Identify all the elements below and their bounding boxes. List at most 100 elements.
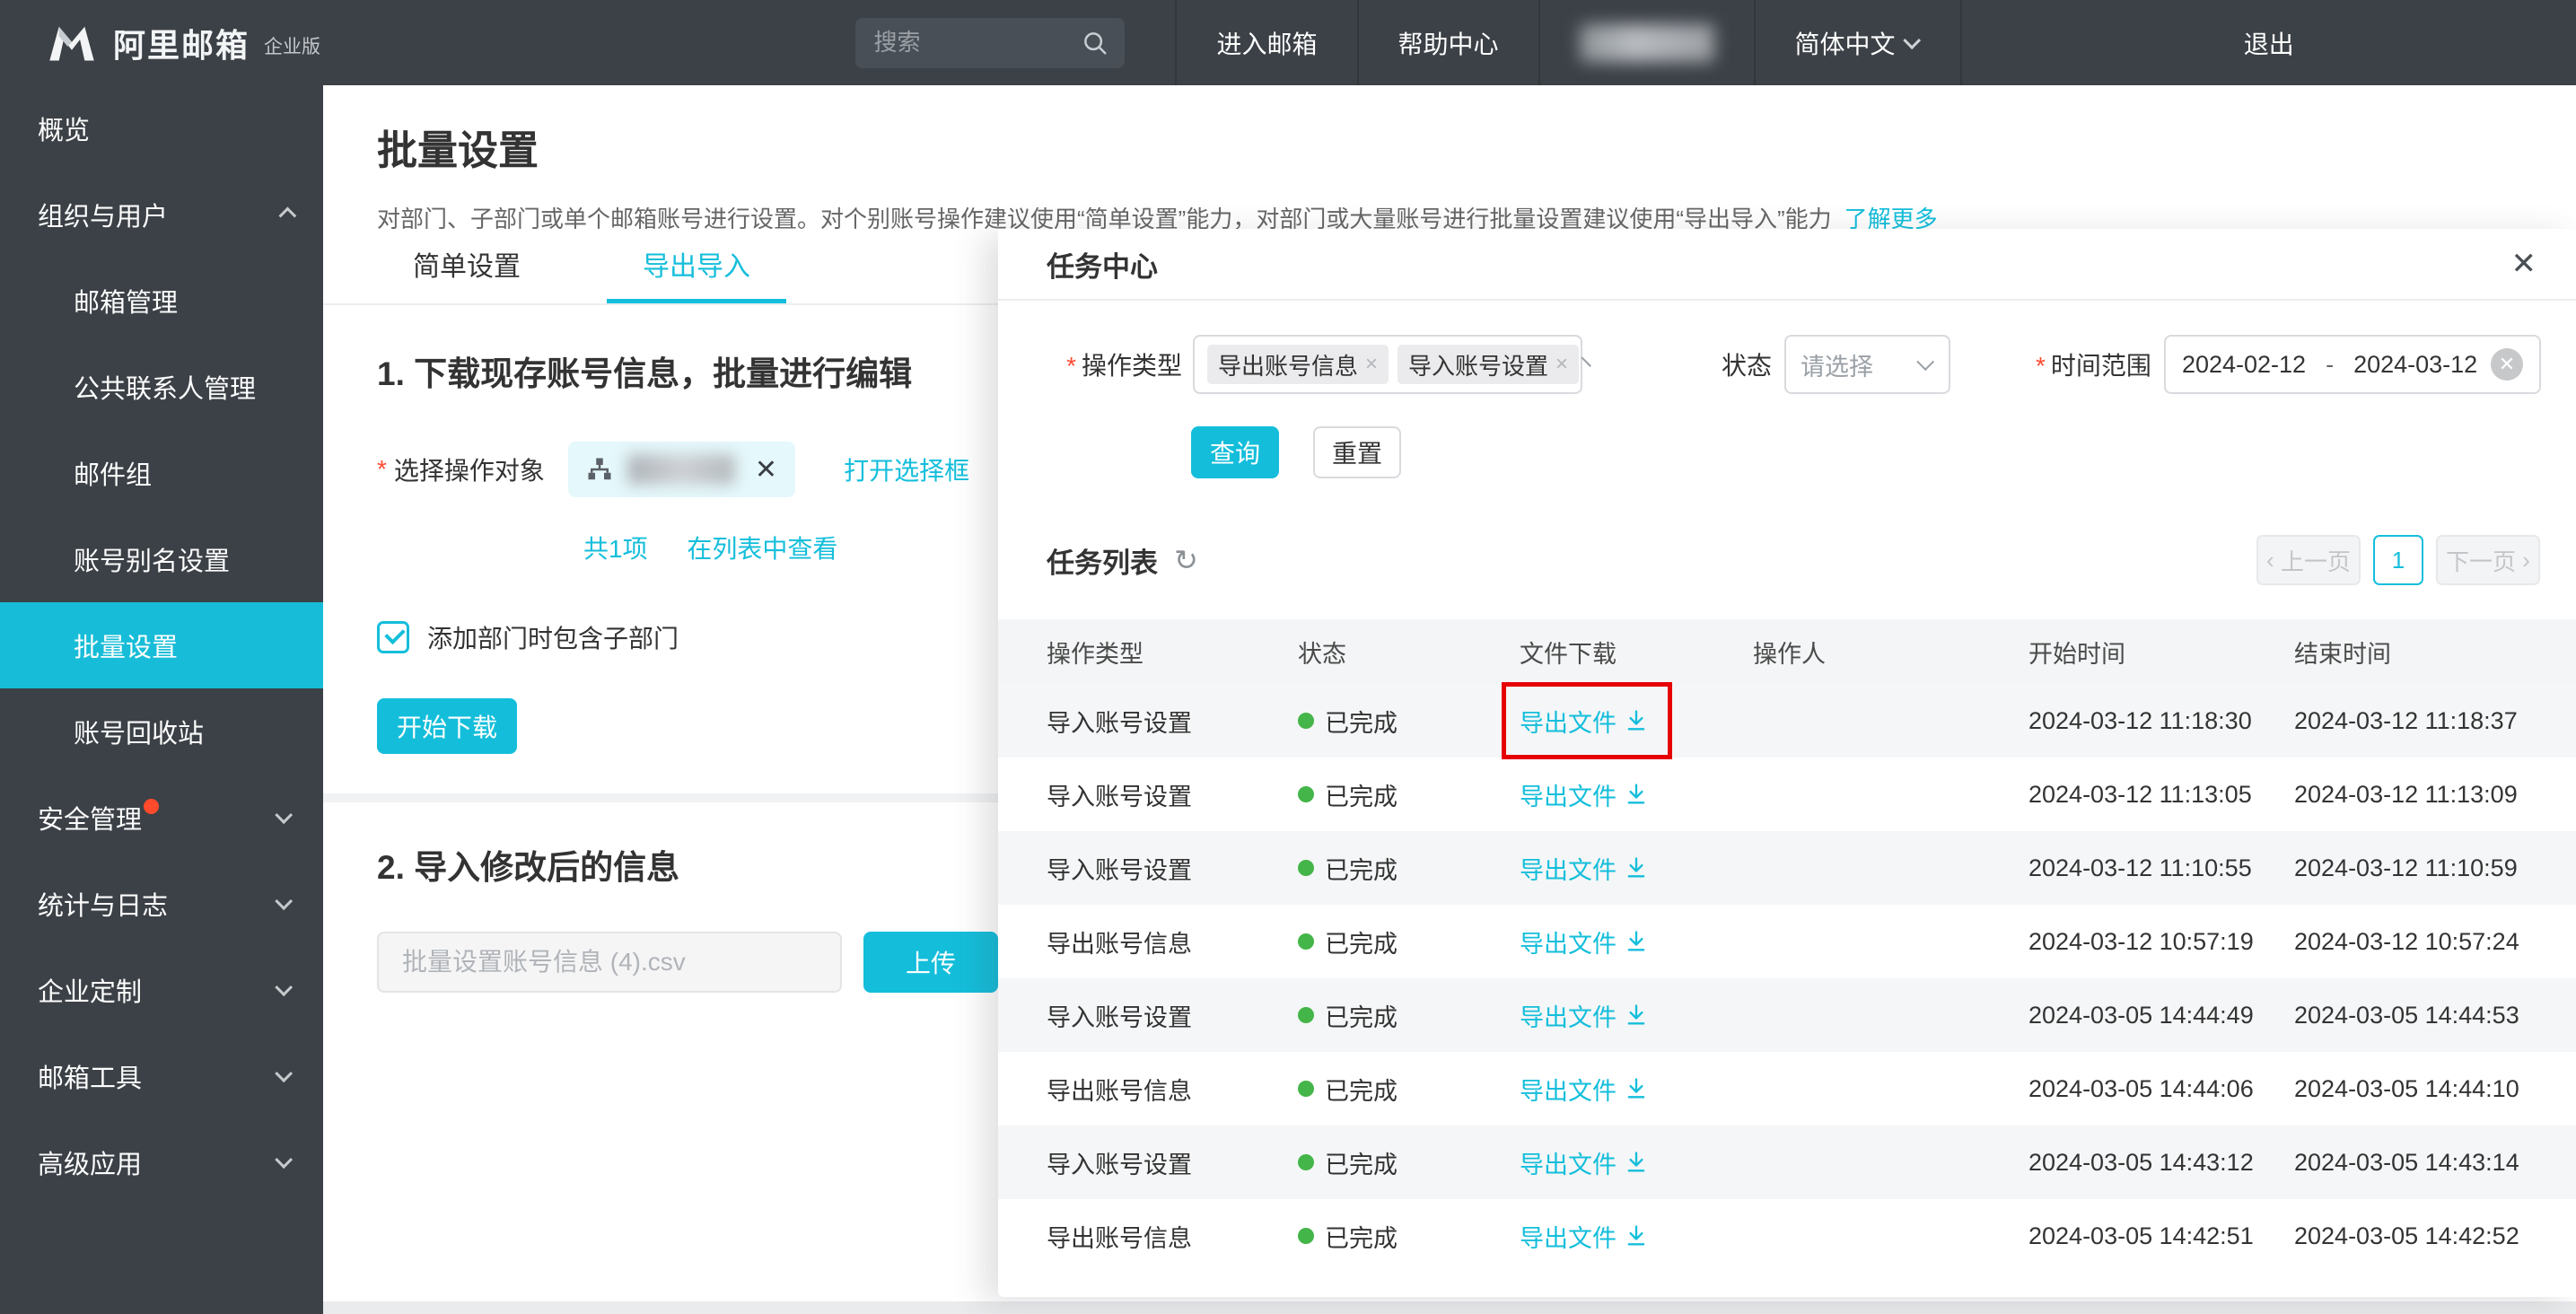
file-download-cell: 导出文件 (1520, 777, 1753, 812)
upload-button[interactable]: 上传 (863, 932, 998, 993)
sidebar-item[interactable]: 公共联系人管理 (0, 344, 323, 430)
table-row: 导入账号设置 已完成 导出文件 (998, 684, 2576, 758)
status-cell: 已完成 (1298, 777, 1520, 812)
query-button[interactable]: 查询 (1191, 426, 1279, 478)
sidebar-item[interactable]: 账号回收站 (0, 688, 323, 775)
tab[interactable]: 导出导入 (607, 229, 786, 303)
start-time-cell: 2024-03-12 11:13:05 (2028, 781, 2294, 809)
filter-tag[interactable]: 导出账号信息 × (1207, 345, 1389, 384)
current-page-button[interactable]: 1 (2373, 535, 2423, 585)
status-filter-label: 状态 (1722, 346, 1772, 382)
column-header: 开始时间 (2028, 635, 2294, 670)
status-text: 已完成 (1325, 1072, 1398, 1107)
search-icon[interactable] (1082, 30, 1108, 57)
export-file-link[interactable]: 导出文件 (1520, 851, 1649, 886)
bottom-strip (323, 1301, 2576, 1314)
tab-bar: 简单设置 导出导入 (323, 229, 998, 305)
sidebar-item[interactable]: 批量设置 (0, 602, 323, 688)
topbar-menu-item[interactable]: 帮助中心 (1357, 0, 1538, 85)
file-name-input[interactable] (377, 932, 842, 993)
view-in-list-link[interactable]: 在列表中查看 (687, 535, 837, 563)
required-asterisk: * (377, 455, 387, 484)
sidebar-item[interactable]: 邮箱工具 (0, 1033, 323, 1119)
chevron-down-icon (1582, 357, 1591, 367)
end-time-cell: 2024-03-05 14:42:52 (2294, 1222, 2576, 1250)
prev-page-button[interactable]: ‹ 上一页 (2256, 535, 2361, 585)
app-window: 阿里邮箱 企业版 进入邮箱 帮助中心 简体中文 退出 (0, 0, 2576, 1314)
topbar-menu: 进入邮箱 帮助中心 (1175, 0, 1538, 85)
topbar-search[interactable] (855, 18, 1125, 68)
table-row: 导入账号设置 已完成 导出文件 (998, 978, 2576, 1052)
topbar-account[interactable] (1538, 0, 1754, 85)
status-text: 已完成 (1325, 1219, 1398, 1254)
topbar-language[interactable]: 简体中文 (1754, 0, 1960, 85)
task-center-title: 任务中心 (1047, 244, 2511, 285)
status-select[interactable]: 请选择 (1784, 335, 1950, 394)
sidebar-item[interactable]: 概览 (0, 85, 323, 171)
sidebar-item[interactable]: 安全管理 (0, 775, 323, 861)
reset-button[interactable]: 重置 (1313, 426, 1401, 478)
start-download-button[interactable]: 开始下载 (377, 698, 517, 754)
page-title: 批量设置 (377, 118, 2576, 176)
table-header-row: 操作类型状态文件下载操作人开始时间结束时间 (998, 619, 2576, 684)
column-header: 操作类型 (1047, 635, 1298, 670)
remove-tag-icon[interactable]: × (1555, 352, 1568, 377)
range-end-date[interactable]: 2024-03-12 (2353, 351, 2477, 379)
status-cell: 已完成 (1298, 998, 1520, 1033)
sidebar-item[interactable]: 邮箱管理 (0, 258, 323, 344)
tab[interactable]: 简单设置 (377, 229, 556, 303)
export-file-link[interactable]: 导出文件 (1520, 777, 1649, 812)
table-row: 导出账号信息 已完成 导出文件 (998, 905, 2576, 978)
checkbox-label: 添加部门时包含子部门 (427, 619, 679, 655)
status-done-dot (1298, 1154, 1314, 1170)
include-subdept-option[interactable]: 添加部门时包含子部门 (377, 619, 998, 655)
chevron-down-icon (275, 1151, 293, 1169)
logout-button[interactable]: 退出 (1960, 0, 2576, 85)
download-icon (1624, 708, 1649, 733)
sidebar-item[interactable]: 组织与用户 (0, 171, 323, 258)
sidebar-item-label: 概览 (38, 110, 90, 147)
file-download-cell: 导出文件 (1520, 924, 1753, 959)
brand-edition: 企业版 (264, 32, 320, 59)
status-done-dot (1298, 786, 1314, 802)
close-icon[interactable]: ✕ (2511, 249, 2537, 279)
column-header: 结束时间 (2294, 635, 2576, 670)
type-multiselect[interactable]: 导出账号信息 × 导入账号设置 × (1193, 335, 1582, 394)
date-range-picker[interactable]: 2024-02-12 - 2024-03-12 ✕ (2164, 335, 2541, 394)
remove-target-icon[interactable]: ✕ (755, 454, 777, 486)
download-icon (1624, 1150, 1649, 1175)
export-file-link[interactable]: 导出文件 (1520, 1145, 1649, 1180)
next-page-button[interactable]: 下一页 › (2436, 535, 2540, 585)
sidebar-item[interactable]: 邮件组 (0, 430, 323, 516)
refresh-icon[interactable]: ↻ (1174, 543, 1198, 577)
section1-heading: 1. 下载现存账号信息，批量进行编辑 (323, 346, 998, 395)
export-file-link[interactable]: 导出文件 (1520, 1219, 1649, 1254)
status-done-dot (1298, 1081, 1314, 1097)
task-list-header: 任务列表 ↻ ‹ 上一页 1 下一页 › (998, 534, 2576, 586)
selected-target-tag[interactable]: ✕ (568, 442, 795, 497)
sidebar-item[interactable]: 企业定制 (0, 947, 323, 1033)
range-start-date[interactable]: 2024-02-12 (2182, 351, 2306, 379)
end-time-cell: 2024-03-12 11:18:37 (2294, 707, 2576, 735)
table-row: 导入账号设置 已完成 导出文件 (998, 1126, 2576, 1199)
export-file-link[interactable]: 导出文件 (1520, 1072, 1649, 1107)
topbar-menu-item[interactable]: 进入邮箱 (1175, 0, 1356, 85)
export-file-link[interactable]: 导出文件 (1520, 924, 1649, 959)
task-type-cell: 导出账号信息 (1047, 1219, 1298, 1254)
checkbox-checked-icon[interactable] (377, 621, 409, 653)
sidebar-item[interactable]: 统计与日志 (0, 861, 323, 947)
export-file-link[interactable]: 导出文件 (1520, 998, 1649, 1033)
sidebar-item-label: 批量设置 (74, 626, 178, 664)
task-list-title: 任务列表 (1047, 540, 1158, 581)
filter-tag[interactable]: 导入账号设置 × (1398, 345, 1579, 384)
clear-date-icon[interactable]: ✕ (2491, 348, 2523, 381)
search-input[interactable] (855, 29, 1082, 57)
status-cell: 已完成 (1298, 1072, 1520, 1107)
open-selector-link[interactable]: 打开选择框 (844, 451, 969, 487)
sidebar-item[interactable]: 高级应用 (0, 1119, 323, 1205)
sidebar-item[interactable]: 账号别名设置 (0, 516, 323, 602)
export-file-link[interactable]: 导出文件 (1520, 704, 1649, 739)
sidebar-item-label: 邮箱管理 (74, 282, 178, 320)
remove-tag-icon[interactable]: × (1365, 352, 1378, 377)
column-header: 状态 (1298, 635, 1520, 670)
